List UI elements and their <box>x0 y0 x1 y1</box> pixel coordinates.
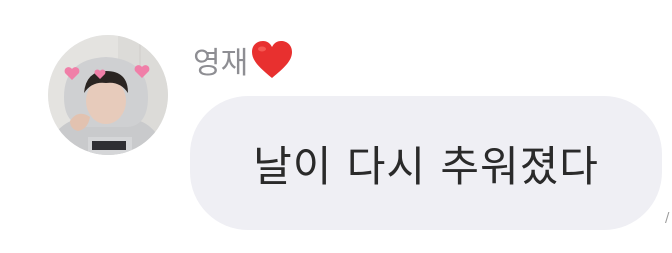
avatar[interactable] <box>48 35 168 155</box>
sender-name[interactable]: 영재 <box>193 38 248 82</box>
message-bubble[interactable]: 날이 다시 추워졌다 <box>190 96 662 230</box>
sender-header: 영재 <box>193 38 294 82</box>
chat-screen: 영재 날이 다시 추워졌다 / <box>0 0 672 253</box>
cut-off-glyph: / <box>665 212 670 226</box>
message-text: 날이 다시 추워졌다 <box>253 141 599 191</box>
avatar-photo <box>48 35 168 155</box>
heart-icon <box>250 40 294 80</box>
incoming-message: 영재 날이 다시 추워졌다 / <box>0 0 672 253</box>
